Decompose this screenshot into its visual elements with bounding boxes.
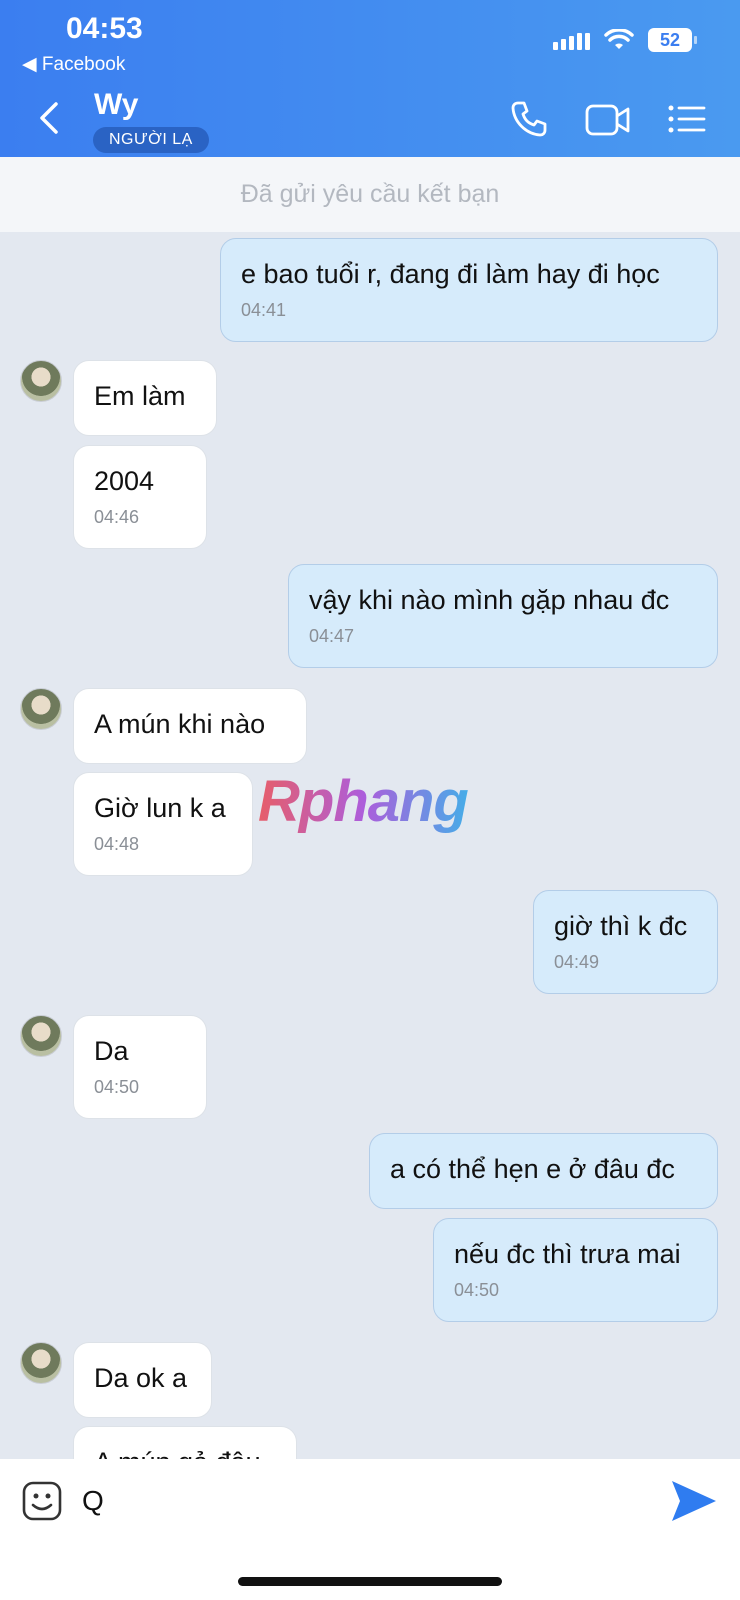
message-time: 04:50 — [454, 1280, 500, 1300]
message-time: 04:49 — [554, 952, 600, 972]
send-icon[interactable] — [670, 1479, 718, 1523]
message-text: Em làm — [94, 381, 186, 411]
status-icons: 52 — [553, 28, 697, 52]
message-text: a có thể hẹn e ở đâu đc — [390, 1154, 675, 1184]
message-bubble[interactable]: nếu đc thì trưa mai 04:50 — [433, 1218, 718, 1322]
avatar[interactable] — [20, 360, 62, 402]
status-time: 04:53 — [66, 12, 143, 45]
message-bubble[interactable]: 2004 04:46 — [73, 445, 207, 549]
signal-icon — [553, 30, 590, 50]
message-text: Da — [94, 1036, 129, 1066]
friend-request-banner: Đã gửi yêu cầu kết bạn — [0, 157, 740, 232]
message-bubble[interactable]: Em làm — [73, 360, 217, 436]
message-text: Giờ lun k a — [94, 793, 226, 823]
emoji-icon[interactable] — [22, 1481, 62, 1521]
message-text: 2004 — [94, 466, 155, 496]
message-text: e bao tuổi r, đang đi làm hay đi học — [241, 259, 660, 289]
message-bubble[interactable]: e bao tuổi r, đang đi làm hay đi học 04:… — [220, 238, 718, 342]
back-to-app-link[interactable]: ◀ Facebook — [22, 53, 125, 76]
message-bubble[interactable]: A mún khi nào — [73, 688, 307, 764]
message-text: vậy khi nào mình gặp nhau đc — [309, 585, 670, 615]
message-bubble[interactable]: Da ok a — [73, 1342, 212, 1418]
message-bubble[interactable]: giờ thì k đc 04:49 — [533, 890, 718, 994]
message-time: 04:46 — [94, 507, 140, 527]
menu-icon[interactable] — [668, 104, 706, 134]
back-icon[interactable] — [36, 100, 64, 136]
message-text: giờ thì k đc — [554, 911, 688, 941]
message-time: 04:41 — [241, 300, 287, 320]
message-text: nếu đc thì trưa mai — [454, 1239, 681, 1269]
chat-header: 04:53 ◀ Facebook 52 Wy NGƯỜI LẠ — [0, 0, 740, 157]
message-bubble[interactable]: Da 04:50 — [73, 1015, 207, 1119]
message-text: Da ok a — [94, 1363, 188, 1393]
avatar[interactable] — [20, 688, 62, 730]
phone-icon[interactable] — [510, 100, 548, 138]
stranger-badge: NGƯỜI LẠ — [93, 127, 209, 153]
message-time: 04:47 — [309, 626, 355, 646]
message-input-bar: Q — [0, 1459, 740, 1600]
watermark-logo: Rphang — [258, 769, 469, 834]
wifi-icon — [604, 29, 634, 49]
message-bubble[interactable]: a có thể hẹn e ở đâu đc — [369, 1133, 718, 1209]
message-time: 04:50 — [94, 1077, 140, 1097]
message-bubble[interactable]: Giờ lun k a 04:48 — [73, 772, 253, 876]
message-text: A mún khi nào — [94, 709, 266, 739]
video-icon[interactable] — [585, 104, 631, 136]
home-indicator — [238, 1577, 502, 1586]
avatar[interactable] — [20, 1015, 62, 1057]
message-input[interactable]: Q — [82, 1485, 104, 1517]
message-bubble[interactable]: vậy khi nào mình gặp nhau đc 04:47 — [288, 564, 718, 668]
avatar[interactable] — [20, 1342, 62, 1384]
contact-name[interactable]: Wy — [94, 88, 138, 122]
battery-icon: 52 — [648, 28, 697, 52]
message-time: 04:48 — [94, 834, 140, 854]
